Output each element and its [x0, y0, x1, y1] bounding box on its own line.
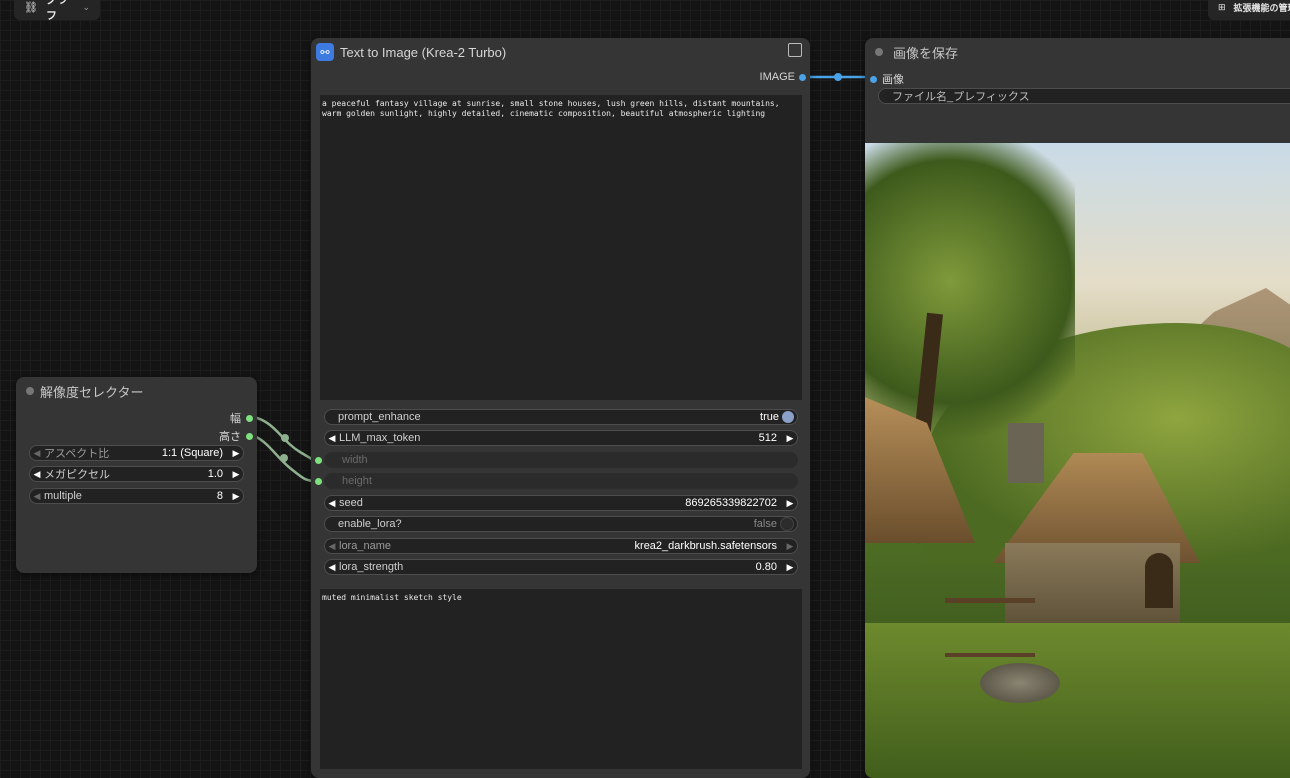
- extensions-icon: ⊞: [1218, 1, 1226, 12]
- lora-strength-value: 0.80: [755, 561, 777, 573]
- previous-option-icon[interactable]: ◀: [30, 469, 44, 480]
- node-title: 画像を保存: [893, 45, 959, 61]
- prompt-enhance-value: true: [760, 411, 779, 423]
- chevron-down-icon: ⌄: [82, 1, 90, 12]
- decrement-arrow-icon[interactable]: ◀: [325, 562, 339, 573]
- megapixel-label: メガピクセル: [44, 469, 110, 481]
- increment-arrow-icon[interactable]: ▶: [783, 433, 797, 444]
- node-status-dot: [26, 387, 34, 395]
- width-output-row: 幅: [230, 410, 253, 426]
- previous-option-icon[interactable]: ◀: [30, 448, 44, 459]
- llm-max-token-value: 512: [758, 432, 777, 444]
- enable-lora-toggle[interactable]: enable_lora? false: [324, 516, 798, 532]
- height-input-slot[interactable]: height: [324, 473, 798, 489]
- lora-name-label: lora_name: [339, 540, 391, 552]
- graph-menu-button[interactable]: ⛓ グラフ ⌄: [14, 0, 100, 22]
- toggle-off-indicator: [780, 517, 794, 531]
- height-output-socket[interactable]: [246, 432, 253, 440]
- lora-strength-stepper[interactable]: ◀ lora_strength 0.80 ▶: [324, 559, 798, 575]
- llm-max-token-label: LLM_max_token: [339, 432, 421, 444]
- lora-strength-label: lora_strength: [339, 561, 404, 573]
- aspect-ratio-label: アスペクト比: [44, 448, 110, 460]
- image-output-label: IMAGE: [759, 71, 795, 83]
- next-option-icon[interactable]: ▶: [783, 541, 797, 552]
- lora-prompt-textarea[interactable]: muted minimalist sketch style: [320, 589, 802, 769]
- toggle-on-indicator: [782, 411, 794, 423]
- width-link: [248, 414, 320, 463]
- cottage-chimney: [1008, 423, 1044, 483]
- graph-menu-label: グラフ: [45, 0, 68, 22]
- width-link-midpoint[interactable]: [281, 434, 289, 442]
- decrement-arrow-icon[interactable]: ◀: [325, 498, 339, 509]
- resolution-selector-node[interactable]: 解像度セレクター 幅 高さ ◀ アスペクト比 1:1 (Square) ▶ ◀ …: [16, 377, 257, 573]
- height-input-socket[interactable]: [315, 478, 322, 485]
- graph-icon: ⛓: [24, 1, 38, 14]
- seed-label: seed: [339, 497, 363, 509]
- multiple-value: 8: [216, 490, 223, 502]
- height-output-label: 高さ: [219, 431, 241, 443]
- lora-name-select[interactable]: ◀ lora_name krea2_darkbrush.safetensors …: [324, 538, 798, 554]
- seed-stepper[interactable]: ◀ seed 869265339822702 ▶: [324, 495, 798, 511]
- height-link: [248, 432, 320, 484]
- width-output-socket[interactable]: [246, 414, 253, 422]
- prompt-enhance-label: prompt_enhance: [338, 411, 421, 423]
- grass-foreground: [865, 623, 1290, 778]
- image-output-socket[interactable]: [799, 73, 806, 81]
- image-input-row: 画像: [870, 71, 904, 87]
- lora-name-value: krea2_darkbrush.safetensors: [634, 540, 777, 552]
- node-title-bar[interactable]: 画像を保存: [865, 38, 1290, 66]
- megapixel-value: 1.0: [207, 468, 223, 480]
- next-option-icon[interactable]: ▶: [229, 469, 243, 480]
- height-output-row: 高さ: [219, 428, 253, 444]
- height-label: height: [342, 475, 372, 487]
- image-input-socket[interactable]: [870, 75, 877, 83]
- extensions-manager-button[interactable]: ⊞ 拡張機能の管理: [1208, 0, 1290, 20]
- prompt-enhance-toggle[interactable]: prompt_enhance true: [324, 409, 798, 425]
- multiple-label: multiple: [44, 490, 82, 502]
- image-input-label: 画像: [882, 74, 904, 86]
- llm-max-token-stepper[interactable]: ◀ LLM_max_token 512 ▶: [324, 430, 798, 446]
- multiple-stepper[interactable]: ◀ multiple 8 ▶: [29, 488, 244, 504]
- enable-lora-value: false: [753, 518, 777, 530]
- decrement-arrow-icon[interactable]: ◀: [30, 491, 44, 502]
- output-image-preview: [865, 143, 1290, 778]
- height-link-midpoint[interactable]: [280, 454, 288, 462]
- node-status-dot: [875, 48, 883, 56]
- cottage-door: [1145, 553, 1173, 608]
- seed-value: 869265339822702: [685, 497, 777, 509]
- increment-arrow-icon[interactable]: ▶: [783, 498, 797, 509]
- krea-node-icon: ⚯: [316, 43, 334, 61]
- previous-option-icon[interactable]: ◀: [325, 541, 339, 552]
- width-output-label: 幅: [230, 413, 241, 425]
- expand-icon[interactable]: [788, 43, 802, 57]
- width-input-slot[interactable]: width: [324, 452, 798, 468]
- image-output-row: IMAGE: [760, 71, 806, 83]
- extensions-manager-label: 拡張機能の管理: [1233, 2, 1290, 13]
- next-option-icon[interactable]: ▶: [229, 448, 243, 459]
- aspect-ratio-value: 1:1 (Square): [161, 447, 223, 459]
- filename-prefix-input[interactable]: ファイル名_プレフィックス: [878, 88, 1290, 104]
- node-title: 解像度セレクター: [40, 384, 144, 400]
- decrement-arrow-icon[interactable]: ◀: [325, 433, 339, 444]
- increment-arrow-icon[interactable]: ▶: [229, 491, 243, 502]
- megapixel-select[interactable]: ◀ メガピクセル 1.0 ▶: [29, 466, 244, 482]
- increment-arrow-icon[interactable]: ▶: [783, 562, 797, 573]
- aspect-ratio-select[interactable]: ◀ アスペクト比 1:1 (Square) ▶: [29, 445, 244, 461]
- prompt-textarea[interactable]: a peaceful fantasy village at sunrise, s…: [320, 95, 802, 400]
- width-input-socket[interactable]: [315, 457, 322, 464]
- node-title-bar[interactable]: 解像度セレクター: [16, 377, 257, 405]
- text-to-image-node[interactable]: ⚯ Text to Image (Krea-2 Turbo) IMAGE a p…: [311, 38, 810, 778]
- filename-prefix-label: ファイル名_プレフィックス: [892, 91, 1030, 103]
- wooden-fence: [945, 598, 1035, 657]
- save-image-node[interactable]: 画像を保存 画像 ファイル名_プレフィックス: [865, 38, 1290, 778]
- node-title-bar[interactable]: ⚯ Text to Image (Krea-2 Turbo): [311, 38, 810, 66]
- image-link-midpoint[interactable]: [834, 73, 842, 81]
- node-title: Text to Image (Krea-2 Turbo): [340, 44, 507, 60]
- width-label: width: [342, 454, 368, 466]
- enable-lora-label: enable_lora?: [338, 518, 402, 530]
- foreground-rock: [980, 663, 1060, 703]
